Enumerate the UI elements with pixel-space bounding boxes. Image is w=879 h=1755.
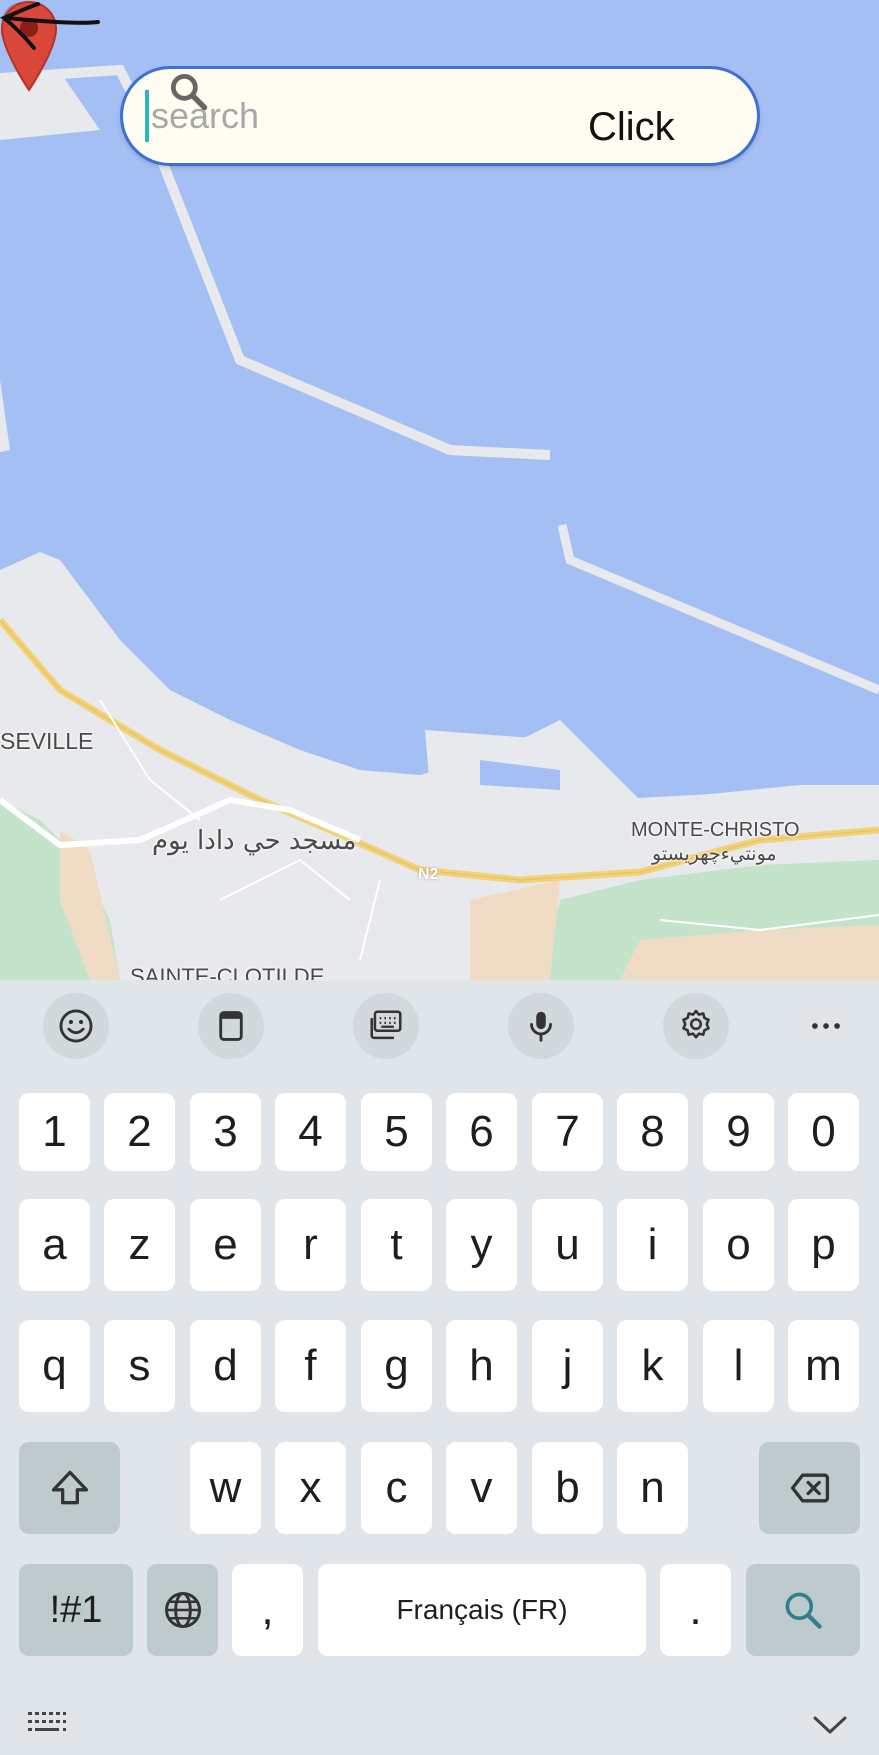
key-1[interactable]: 1 xyxy=(19,1093,90,1171)
key-q[interactable]: q xyxy=(19,1320,90,1412)
comma-key[interactable]: , xyxy=(232,1564,303,1656)
place-label-mosque: مسجد حي دادا يوم xyxy=(152,826,357,856)
backspace-key[interactable] xyxy=(759,1442,860,1534)
shift-icon xyxy=(51,1470,88,1505)
key-s[interactable]: s xyxy=(104,1320,175,1412)
keyboard-toolbar xyxy=(0,980,879,1070)
place-label-seville: SEVILLE xyxy=(0,728,94,754)
key-y[interactable]: y xyxy=(446,1199,517,1291)
more-options-button[interactable] xyxy=(793,993,859,1059)
voice-input-button[interactable] xyxy=(508,993,574,1059)
key-d[interactable]: d xyxy=(190,1320,261,1412)
more-icon xyxy=(812,1023,840,1029)
key-4[interactable]: 4 xyxy=(275,1093,346,1171)
key-o[interactable]: o xyxy=(703,1199,774,1291)
search-action-icon xyxy=(785,1592,822,1629)
period-key[interactable]: . xyxy=(660,1564,731,1656)
place-label-monte-christo-arabic: مونتيءچهريستو xyxy=(652,843,777,865)
key-t[interactable]: t xyxy=(361,1199,432,1291)
key-g[interactable]: g xyxy=(361,1320,432,1412)
key-2[interactable]: 2 xyxy=(104,1093,175,1171)
key-m[interactable]: m xyxy=(788,1320,859,1412)
emoji-button[interactable] xyxy=(43,993,109,1059)
place-label-monte-christo: MONTE-CHRISTO xyxy=(631,819,800,841)
key-v[interactable]: v xyxy=(446,1442,517,1534)
key-c[interactable]: c xyxy=(361,1442,432,1534)
settings-icon xyxy=(682,1009,710,1039)
soft-keyboard: 1 2 3 4 5 6 7 8 9 0 a z e r t y u i o p … xyxy=(0,980,879,1755)
clipboard-button[interactable] xyxy=(198,993,264,1059)
key-9[interactable]: 9 xyxy=(703,1093,774,1171)
key-5[interactable]: 5 xyxy=(361,1093,432,1171)
key-w[interactable]: w xyxy=(190,1442,261,1534)
settings-button[interactable] xyxy=(663,993,729,1059)
key-7[interactable]: 7 xyxy=(532,1093,603,1171)
key-k[interactable]: k xyxy=(617,1320,688,1412)
key-f[interactable]: f xyxy=(275,1320,346,1412)
key-e[interactable]: e xyxy=(190,1199,261,1291)
backspace-icon xyxy=(790,1473,829,1503)
keyboard-bottom-bar xyxy=(0,1700,879,1755)
globe-icon xyxy=(164,1592,201,1628)
key-u[interactable]: u xyxy=(532,1199,603,1291)
key-r[interactable]: r xyxy=(275,1199,346,1291)
key-6[interactable]: 6 xyxy=(446,1093,517,1171)
language-key[interactable] xyxy=(147,1564,218,1656)
search-icon xyxy=(170,73,208,111)
key-3[interactable]: 3 xyxy=(190,1093,261,1171)
clipboard-icon xyxy=(219,1011,243,1041)
search-key[interactable] xyxy=(746,1564,860,1656)
shift-key[interactable] xyxy=(19,1442,120,1534)
keyboard-switch-icon[interactable] xyxy=(27,1710,67,1736)
keyboard-layout-button[interactable] xyxy=(353,993,419,1059)
key-h[interactable]: h xyxy=(446,1320,517,1412)
key-a[interactable]: a xyxy=(19,1199,90,1291)
symbols-key[interactable]: !#1 xyxy=(19,1564,133,1656)
key-8[interactable]: 8 xyxy=(617,1093,688,1171)
key-i[interactable]: i xyxy=(617,1199,688,1291)
key-n[interactable]: n xyxy=(617,1442,688,1534)
keyboard-layout-icon xyxy=(370,1010,402,1040)
road-label: N2 xyxy=(418,866,439,883)
key-x[interactable]: x xyxy=(275,1442,346,1534)
key-j[interactable]: j xyxy=(532,1320,603,1412)
key-l[interactable]: l xyxy=(703,1320,774,1412)
annotation-arrow-icon xyxy=(0,2,100,50)
emoji-icon xyxy=(59,1009,93,1043)
hide-keyboard-icon[interactable] xyxy=(812,1714,848,1736)
key-p[interactable]: p xyxy=(788,1199,859,1291)
key-b[interactable]: b xyxy=(532,1442,603,1534)
annotation-text: Click xyxy=(588,105,675,149)
key-z[interactable]: z xyxy=(104,1199,175,1291)
microphone-icon xyxy=(530,1011,552,1042)
place-label-sainte-clotilde: SAINTE-CLOTILDE xyxy=(130,964,325,980)
map-view[interactable]: SEVILLE مسجد حي دادا يوم MONTE-CHRISTO م… xyxy=(0,0,879,980)
key-0[interactable]: 0 xyxy=(788,1093,859,1171)
space-key[interactable]: Français (FR) xyxy=(318,1564,646,1656)
